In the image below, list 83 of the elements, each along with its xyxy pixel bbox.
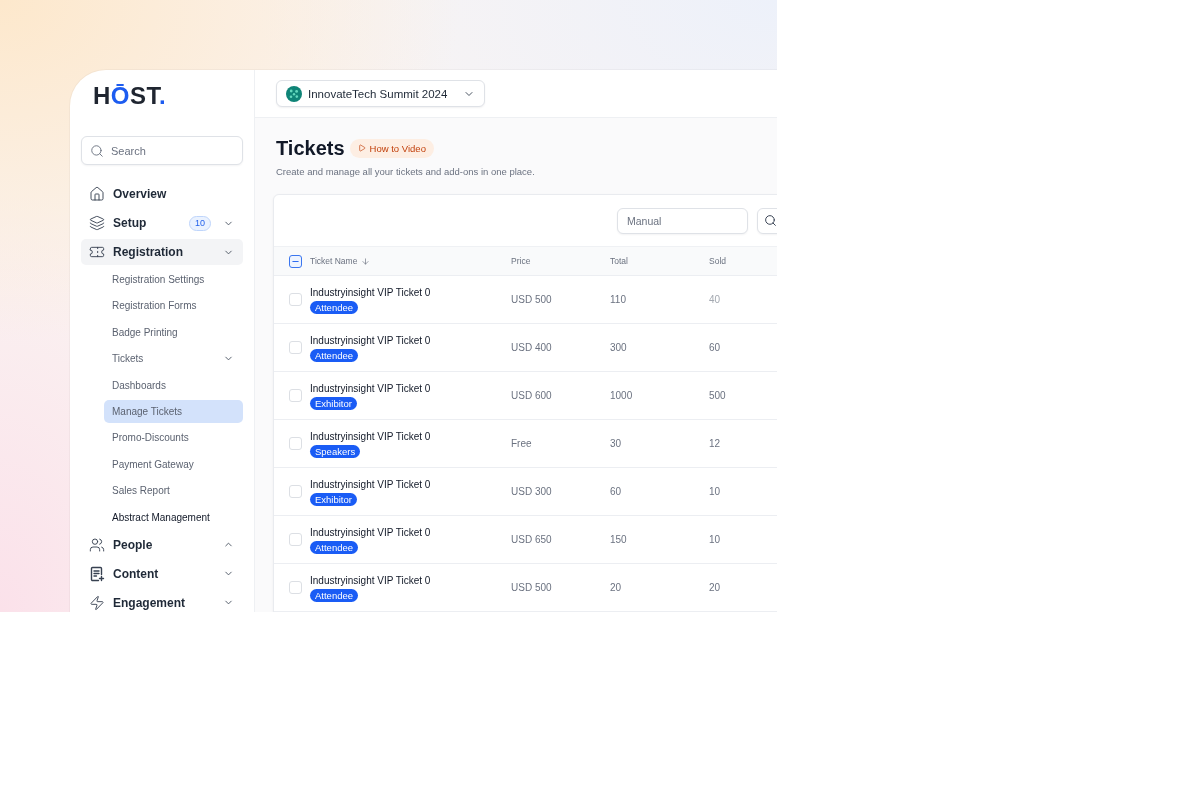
play-icon [357,144,366,152]
total-cell: 300 [610,342,627,353]
row-checkbox[interactable] [289,293,302,306]
sold-cell: 40 [709,294,721,305]
sub-nav-item[interactable]: Tickets [104,347,243,371]
column-header: Price [511,256,531,266]
row-checkbox[interactable] [289,533,302,546]
search-button[interactable] [757,207,777,234]
nav-item[interactable]: Registration [81,239,243,265]
category-tag: Speakers [310,444,361,458]
ticket-name: Industryinsight VIP Ticket 0 [310,525,431,539]
ticket-name: Industryinsight VIP Ticket 0 [310,333,431,347]
ticket-name: Industryinsight VIP Ticket 0 [310,285,431,299]
page-title: Tickets [276,136,345,160]
total-cell: 30 [610,438,622,449]
house-icon [89,186,105,202]
total-cell: 150 [610,534,627,545]
category-tag: Attendee [310,300,359,314]
category-tag: Attendee [310,348,359,362]
sub-nav-item[interactable]: Abstract Management [104,505,243,529]
search-icon [764,214,777,227]
category-tag: Attendee [310,588,359,602]
sub-nav-item[interactable]: Payment Gateway [104,452,243,476]
sub-nav-item[interactable]: Registration Settings [104,268,243,291]
sold-cell: 60 [709,342,721,353]
document-plus-icon [89,565,105,582]
video-link[interactable]: How to Video [349,138,434,158]
nav-item[interactable]: Overview [81,181,243,207]
dotted-circle-icon [286,85,302,102]
brand-logo: HŌST. [93,84,167,108]
count-badge: 10 [189,215,211,231]
layers-icon [89,215,105,231]
total-cell: 110 [610,294,626,305]
price-cell: USD 400 [511,342,552,353]
sort-arrow-icon[interactable] [361,256,371,266]
sub-nav-item[interactable]: Promo-Discounts [104,426,243,450]
row-checkbox[interactable] [289,485,302,498]
ticket-icon [89,244,105,260]
nav-item[interactable]: Engagement [81,589,243,612]
sub-nav-item[interactable]: Registration Forms [104,294,243,318]
total-cell: 60 [610,486,622,497]
sub-nav-item[interactable]: Dashboards [104,373,243,397]
price-cell: USD 300 [511,486,552,497]
category-tag: Exhibitor [310,396,357,410]
total-cell: 20 [610,582,622,593]
row-checkbox[interactable] [289,437,302,450]
price-cell: Free [511,438,532,449]
category-tag: Attendee [310,540,359,554]
sub-nav-item[interactable]: Badge Printing [104,320,243,344]
sold-cell: 500 [709,390,726,401]
price-cell: USD 600 [511,390,552,401]
sub-nav-item[interactable]: Sales Report [104,479,243,503]
search-icon [90,143,104,158]
nav-item[interactable]: People [81,531,243,558]
total-cell: 1000 [610,390,633,401]
row-checkbox[interactable] [289,389,302,402]
page-subtitle: Create and manage all your tickets and add-ons in one place. [276,165,535,179]
event-dropdown[interactable]: InnovateTech Summit 2024 [276,80,485,107]
filter-field[interactable]: Manual [617,207,748,234]
price-cell: USD 500 [511,294,552,305]
search-field[interactable]: Search [81,136,243,165]
ticket-name: Industryinsight VIP Ticket 0 [310,477,431,491]
ticket-name: Industryinsight VIP Ticket 0 [310,429,431,443]
sold-cell: 10 [709,534,721,545]
nav-item[interactable]: Content [81,560,243,587]
column-header: Ticket Name [310,256,358,266]
sold-cell: 10 [709,486,721,497]
select-all-checkbox[interactable] [289,254,302,268]
ticket-name: Industryinsight VIP Ticket 0 [310,573,431,587]
lightning-icon [89,594,105,611]
row-checkbox[interactable] [289,581,302,594]
sold-cell: 12 [709,438,721,449]
row-checkbox[interactable] [289,341,302,354]
category-tag: Exhibitor [310,492,357,506]
column-header: Sold [709,256,726,266]
column-header: Total [610,256,628,266]
sub-nav-item[interactable]: Manage Tickets [104,399,243,423]
nav-item[interactable]: Setup 10 [81,210,243,236]
sold-cell: 20 [709,582,721,593]
price-cell: USD 650 [511,534,552,545]
price-cell: USD 500 [511,582,552,593]
users-icon [89,536,105,553]
ticket-name: Industryinsight VIP Ticket 0 [310,381,431,395]
